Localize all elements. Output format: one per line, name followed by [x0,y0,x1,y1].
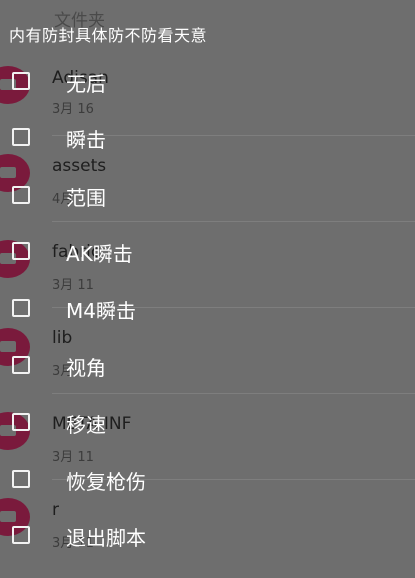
menu-item-range[interactable]: 范围 [0,176,220,216]
menu-item-label: 退出脚本 [66,526,146,550]
checkbox[interactable] [12,186,30,204]
checkbox[interactable] [12,526,30,544]
menu-item-label: 无后 [66,72,106,96]
overlay-title: 内有防封具体防不防看天意 [9,26,208,45]
checkbox[interactable] [12,299,30,317]
menu-item-label: 恢复枪伤 [66,470,146,494]
menu-item-label: 移速 [66,413,106,437]
menu-item-label: AK瞬击 [66,242,133,266]
checkbox[interactable] [12,356,30,374]
menu-item-restore-gun-damage[interactable]: 恢复枪伤 [0,460,220,500]
menu-item-move-speed[interactable]: 移速 [0,403,220,443]
menu-item-label: 视角 [66,356,106,380]
menu-item-exit-script[interactable]: 退出脚本 [0,516,220,556]
checkbox[interactable] [12,470,30,488]
floating-menu-overlay: 内有防封具体防不防看天意 无后 瞬击 范围 AK瞬击 M4瞬击 视角 移速 恢复… [0,0,415,567]
menu-item-label: M4瞬击 [66,299,136,323]
menu-item-no-recoil[interactable]: 无后 [0,62,220,102]
menu-item-view-angle[interactable]: 视角 [0,346,220,386]
checkbox[interactable] [12,128,30,146]
checkbox[interactable] [12,242,30,260]
menu-item-instant-hit[interactable]: 瞬击 [0,118,220,158]
menu-item-label: 范围 [66,186,106,210]
checkbox[interactable] [12,413,30,431]
menu-item-m4-instant-hit[interactable]: M4瞬击 [0,289,220,329]
menu-item-ak-instant-hit[interactable]: AK瞬击 [0,232,220,272]
checkbox[interactable] [12,72,30,90]
menu-item-label: 瞬击 [66,128,106,152]
